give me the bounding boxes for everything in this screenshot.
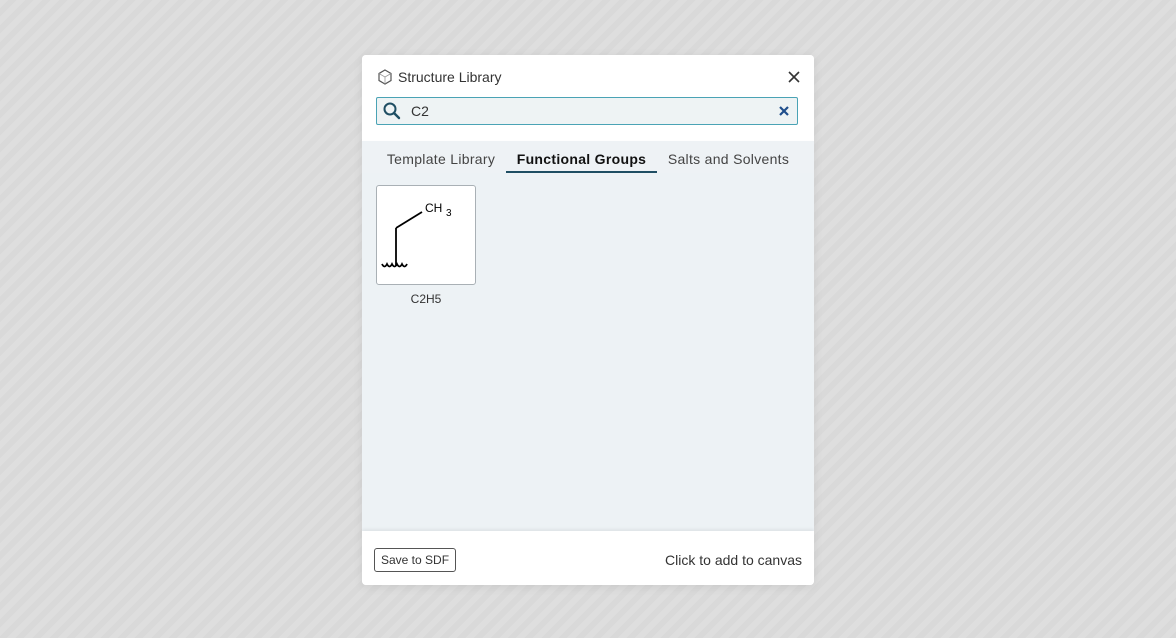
structure-card-c2h5[interactable]: CH 3	[376, 185, 476, 285]
tab-template-library[interactable]: Template Library	[386, 151, 496, 173]
dialog-header: Structure Library	[362, 55, 814, 141]
clear-search-button[interactable]	[777, 104, 791, 118]
dialog-title: Structure Library	[398, 69, 502, 85]
clear-icon	[779, 106, 789, 116]
ethyl-structure-icon: CH 3	[381, 201, 452, 268]
dialog-footer: Save to SDF Click to add to canvas	[362, 531, 814, 585]
search-icon	[383, 102, 401, 120]
results-grid: CH 3 C2H5	[362, 173, 814, 531]
close-icon	[788, 71, 800, 83]
tab-functional-groups[interactable]: Functional Groups	[506, 151, 657, 173]
structure-card-label: C2H5	[410, 292, 442, 306]
tab-bar: Template Library Functional Groups Salts…	[362, 141, 814, 173]
ch3-subscript: 3	[446, 208, 452, 219]
save-to-sdf-button[interactable]: Save to SDF	[374, 548, 457, 572]
search-box	[376, 97, 798, 125]
footer-hint: Click to add to canvas	[665, 552, 802, 568]
hexagon-icon	[376, 68, 394, 86]
close-button[interactable]	[784, 67, 804, 87]
dialog-title-row: Structure Library	[376, 67, 501, 87]
ch3-label: CH	[425, 201, 442, 215]
structure-library-dialog: Structure Library C2 Template Library Fu…	[362, 55, 814, 585]
tab-salts-and-solvents[interactable]: Salts and Solvents	[667, 151, 790, 173]
search-input[interactable]	[409, 101, 773, 121]
